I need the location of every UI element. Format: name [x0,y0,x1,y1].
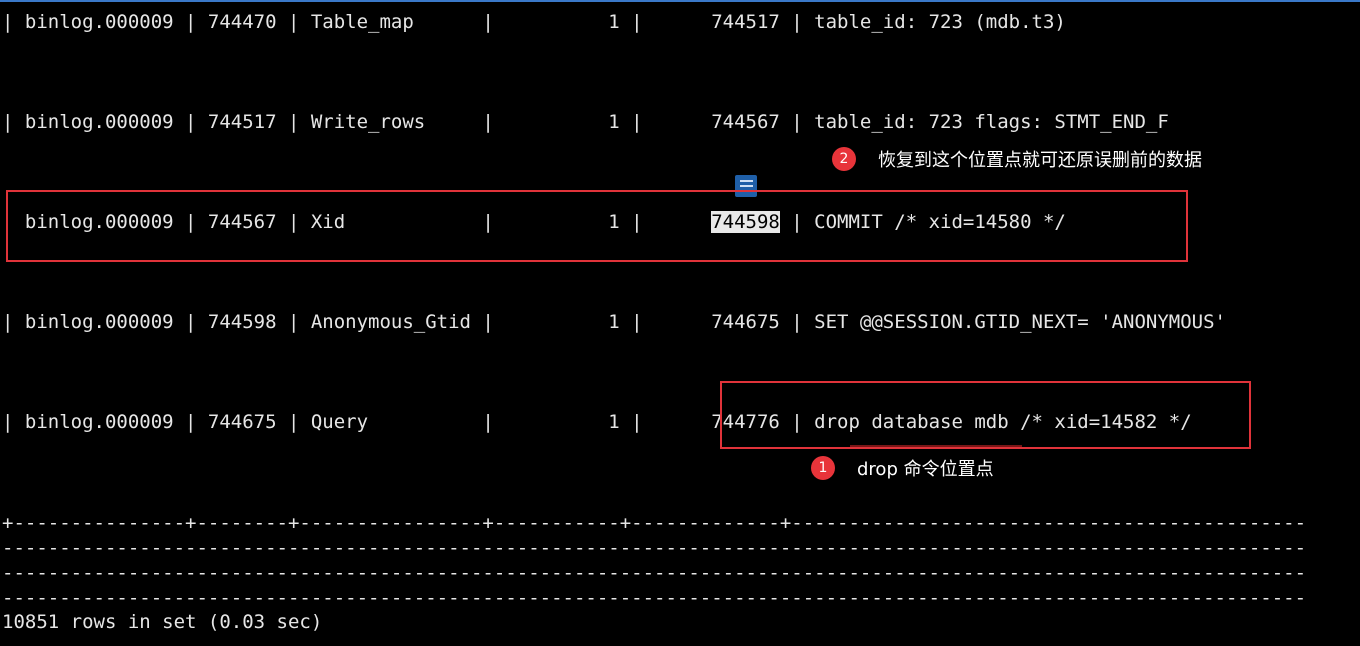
row-info: | table_id: 723 flags: STMT_END_F [779,111,1169,133]
row-prefix: | binlog.000009 | 744675 | Query | 1 | [2,411,712,433]
row-prefix: | binlog.000009 | 744517 | Write_rows | … [2,111,712,133]
annotation-badge-1: 1 [811,456,835,480]
result-summary: 10851 rows in set (0.03 sec) [2,611,323,633]
annotation-badge-2: 2 [832,147,856,171]
annotation-drop-point: 1 drop 命令位置点 [811,455,994,481]
row-prefix: | binlog.000009 | 744470 | Table_map | 1… [2,11,712,33]
binlog-row-write-rows: | binlog.000009 | 744517 | Write_rows | … [2,111,1169,133]
annotation-connector [850,445,1022,447]
annotation-text-drop: drop 命令位置点 [857,459,994,480]
row-info: | SET @@SESSION.GTID_NEXT= 'ANONYMOUS' [779,311,1226,333]
end-log-pos: 744567 [711,111,780,133]
table-border-separator: +---------------+--------+--------------… [2,512,1307,534]
dash-line: ----------------------------------------… [2,537,1307,559]
window-top-border [0,0,1360,2]
dash-line: ----------------------------------------… [2,587,1307,609]
binlog-row-table-map: | binlog.000009 | 744470 | Table_map | 1… [2,11,1066,33]
end-log-pos: 744675 [711,311,780,333]
row-prefix: | binlog.000009 | 744598 | Anonymous_Gti… [2,311,712,333]
row-info: | table_id: 723 (mdb.t3) [779,11,1066,33]
annotation-text-restore: 恢复到这个位置点就可还原误删前的数据 [878,150,1202,171]
highlight-box-xid-row [6,190,1188,262]
binlog-row-anonymous-gtid: | binlog.000009 | 744598 | Anonymous_Gti… [2,311,1226,333]
end-log-pos: 744517 [711,11,780,33]
dash-line: ----------------------------------------… [2,562,1307,584]
annotation-restore-point: 2 恢复到这个位置点就可还原误删前的数据 [832,146,1202,172]
highlight-box-drop-command [720,381,1251,449]
